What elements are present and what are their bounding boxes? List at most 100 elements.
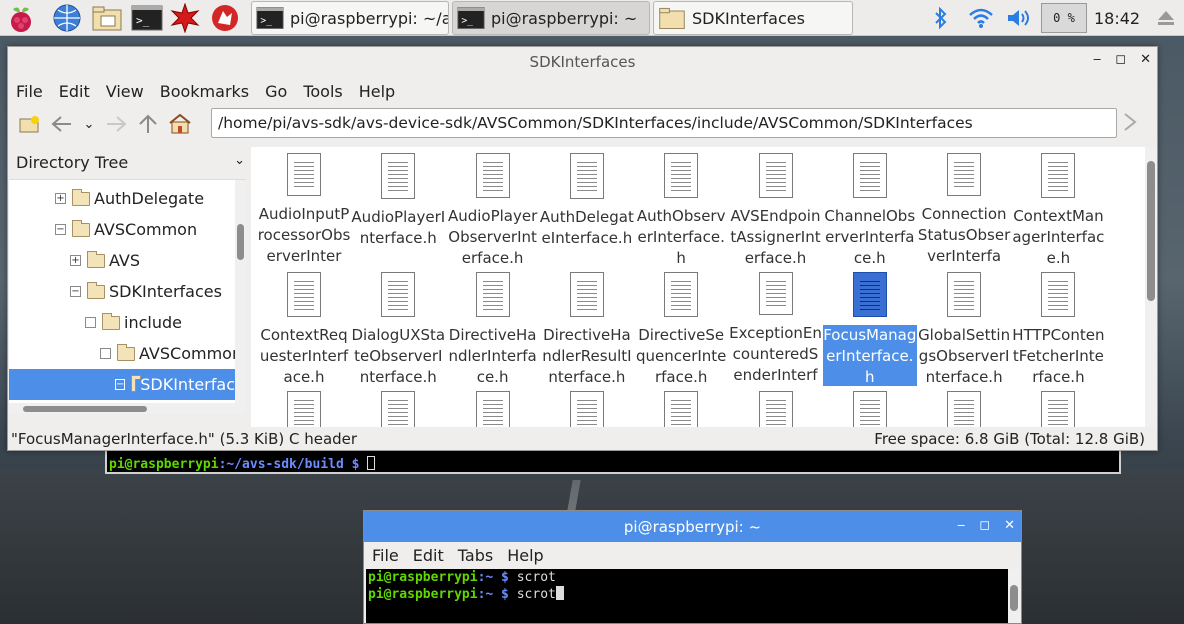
volume-icon[interactable] bbox=[1003, 0, 1033, 36]
close-icon[interactable]: ✕ bbox=[1140, 52, 1151, 67]
up-icon[interactable] bbox=[134, 110, 162, 138]
menu-help[interactable]: Help bbox=[507, 546, 543, 565]
text-file-icon bbox=[475, 272, 510, 317]
collapse-icon[interactable]: − bbox=[115, 379, 126, 390]
window-titlebar[interactable]: SDKInterfaces ‒ ◻ ✕ bbox=[8, 47, 1157, 77]
menu-edit[interactable]: Edit bbox=[59, 82, 90, 101]
file-item[interactable] bbox=[540, 387, 634, 427]
collapse-icon[interactable] bbox=[85, 317, 96, 328]
file-item[interactable] bbox=[351, 387, 445, 427]
file-icon-view: AudioInputProcessorObserverInterf…AudioP… bbox=[251, 147, 1145, 427]
bluetooth-icon[interactable] bbox=[928, 0, 954, 36]
task-file-manager[interactable]: SDKInterfaces bbox=[653, 1, 853, 35]
file-item[interactable]: DialogUXStateObserverInterface.h bbox=[351, 268, 445, 386]
collapse-icon[interactable] bbox=[100, 348, 111, 359]
file-item[interactable]: DirectiveHandlerInterface.h bbox=[446, 268, 540, 386]
back-icon[interactable] bbox=[48, 110, 76, 138]
file-name: ContextManagerInterface.h bbox=[1012, 206, 1105, 267]
terminal-output[interactable]: pi@raspberrypi:~ $ scrot pi@raspberrypi:… bbox=[366, 569, 1008, 623]
scrollbar-thumb[interactable] bbox=[23, 406, 147, 412]
file-item[interactable]: GlobalSettingsObserverInterface.h bbox=[917, 268, 1011, 386]
minimize-icon[interactable]: ‒ bbox=[957, 518, 965, 533]
tree-item-avscommon[interactable]: − AVSCommon bbox=[55, 214, 197, 245]
expand-icon[interactable]: + bbox=[55, 193, 66, 204]
history-dropdown-icon[interactable]: ⌄ bbox=[80, 110, 98, 138]
scrollbar-thumb[interactable] bbox=[1147, 161, 1155, 301]
minimize-icon[interactable]: ‒ bbox=[1093, 52, 1101, 67]
file-name: DialogUXStateObserverInterface.h bbox=[351, 325, 446, 386]
task-terminal-avs[interactable]: >_ pi@raspberrypi: ~/av… bbox=[251, 1, 449, 35]
menu-tools[interactable]: Tools bbox=[303, 82, 342, 101]
menu-file[interactable]: File bbox=[16, 82, 43, 101]
forward-icon[interactable] bbox=[102, 110, 130, 138]
scrollbar-thumb[interactable] bbox=[237, 224, 244, 260]
sidebar-mode-selector[interactable]: Directory Tree ⌄ bbox=[9, 147, 245, 177]
file-item[interactable] bbox=[1011, 387, 1105, 427]
file-item[interactable]: DirectiveHandlerResultInterface.h bbox=[540, 268, 634, 386]
menu-edit[interactable]: Edit bbox=[413, 546, 444, 565]
file-view-scrollbar[interactable] bbox=[1145, 147, 1157, 427]
file-item[interactable] bbox=[634, 387, 728, 427]
tree-item-authdelegate[interactable]: + AuthDelegate bbox=[55, 183, 204, 214]
eject-icon[interactable] bbox=[1152, 0, 1180, 36]
file-item[interactable] bbox=[729, 387, 823, 427]
cpu-monitor: 0 % bbox=[1041, 3, 1087, 33]
text-file-icon bbox=[758, 272, 793, 315]
file-item[interactable] bbox=[257, 387, 351, 427]
menu-bookmarks[interactable]: Bookmarks bbox=[160, 82, 249, 101]
file-item[interactable]: AudioPlayerObserverInterface.h bbox=[446, 149, 540, 267]
file-manager-icon[interactable] bbox=[90, 1, 124, 35]
clock[interactable]: 18:42 bbox=[1094, 0, 1148, 36]
maximize-icon[interactable]: ◻ bbox=[1115, 52, 1126, 67]
go-icon[interactable] bbox=[1119, 111, 1145, 137]
wolfram-icon[interactable] bbox=[208, 1, 242, 35]
home-icon[interactable] bbox=[166, 110, 194, 138]
new-tab-icon[interactable] bbox=[16, 110, 44, 138]
tree-item-include[interactable]: include bbox=[85, 307, 182, 338]
file-item[interactable]: ContextManagerInterface.h bbox=[1011, 149, 1105, 267]
file-item[interactable]: ChannelObserverInterface.h bbox=[823, 149, 917, 267]
file-item[interactable]: AuthDelegateInterface.h bbox=[540, 149, 634, 267]
file-item[interactable]: ConnectionStatusObserverInterfac… bbox=[917, 149, 1011, 267]
file-item[interactable] bbox=[446, 387, 540, 427]
text-file-icon bbox=[1041, 153, 1076, 198]
terminal-scrollbar[interactable] bbox=[1008, 569, 1020, 623]
file-item[interactable]: ContextRequesterInterface.h bbox=[257, 268, 351, 386]
terminal-titlebar[interactable]: pi@raspberrypi: ~ ‒ ◻ ✕ bbox=[364, 511, 1021, 542]
math-kernel-icon[interactable] bbox=[168, 1, 202, 35]
wifi-icon[interactable] bbox=[966, 0, 996, 36]
menu-tabs[interactable]: Tabs bbox=[458, 546, 493, 565]
menu-view[interactable]: View bbox=[106, 82, 144, 101]
menu-help[interactable]: Help bbox=[359, 82, 395, 101]
web-browser-icon[interactable] bbox=[50, 1, 84, 35]
tree-vertical-scrollbar[interactable] bbox=[235, 180, 246, 403]
file-item[interactable]: FocusManagerInterface.h bbox=[822, 268, 917, 386]
collapse-icon[interactable]: − bbox=[70, 286, 81, 297]
file-item[interactable]: DirectiveSequencerInterface.h bbox=[634, 268, 728, 386]
close-icon[interactable]: ✕ bbox=[1004, 518, 1015, 533]
path-bar-input[interactable]: /home/pi/avs-sdk/avs-device-sdk/AVSCommo… bbox=[211, 108, 1117, 138]
file-item[interactable]: ExceptionEncounteredSenderInterfa… bbox=[729, 268, 823, 386]
scrollbar-thumb[interactable] bbox=[1010, 585, 1018, 611]
tree-item-sdkinterfaces[interactable]: − SDKInterfaces bbox=[70, 276, 222, 307]
tree-item-avs[interactable]: + AVS bbox=[70, 245, 140, 276]
tree-item-sdkinterfaces-selected[interactable]: − SDKInterfac bbox=[9, 369, 235, 400]
file-item[interactable]: AuthObserverInterface.h bbox=[634, 149, 728, 267]
file-item[interactable] bbox=[917, 387, 1011, 427]
maximize-icon[interactable]: ◻ bbox=[979, 518, 990, 533]
file-item[interactable] bbox=[823, 387, 917, 427]
expand-icon[interactable]: + bbox=[70, 255, 81, 266]
file-item[interactable]: HTTPContentFetcherInterface.h bbox=[1011, 268, 1105, 386]
file-item[interactable]: AudioInputProcessorObserverInterf… bbox=[257, 149, 351, 267]
tree-horizontal-scrollbar[interactable] bbox=[9, 403, 245, 414]
terminal-launcher-icon[interactable]: >_ bbox=[130, 1, 164, 35]
menu-file[interactable]: File bbox=[372, 546, 399, 565]
collapse-icon[interactable]: − bbox=[55, 224, 66, 235]
task-terminal-home[interactable]: >_ pi@raspberrypi: ~ bbox=[452, 1, 650, 35]
raspberry-menu-icon[interactable] bbox=[4, 1, 38, 35]
menu-go[interactable]: Go bbox=[265, 82, 287, 101]
file-item[interactable]: AVSEndpointAssignerInterface.h bbox=[729, 149, 823, 267]
tree-item-avscommon-include[interactable]: AVSCommon bbox=[100, 338, 242, 369]
file-item[interactable]: AudioPlayerInterface.h bbox=[351, 149, 445, 267]
folder-icon bbox=[72, 188, 90, 206]
